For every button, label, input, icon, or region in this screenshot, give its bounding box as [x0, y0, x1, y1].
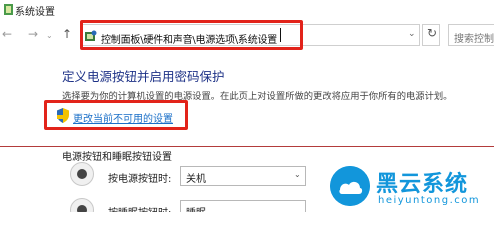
sleep-button-icon	[70, 198, 94, 212]
address-dropdown-chevron-icon[interactable]: ⌄	[408, 29, 416, 39]
back-button[interactable]: ←	[2, 28, 12, 40]
search-placeholder: 搜索控制面	[454, 34, 494, 45]
power-button-icon	[70, 162, 94, 186]
watermark-name: 黑云系统	[376, 172, 469, 197]
window-title: 系统设置	[15, 7, 55, 18]
watermark-url: heiyuntong.com	[378, 195, 481, 206]
change-unavailable-settings-link[interactable]: 更改当前不可用的设置	[73, 110, 173, 125]
section-title: 电源按钮和睡眠按钮设置	[62, 152, 172, 163]
uac-shield-icon	[57, 108, 69, 123]
section-divider	[0, 146, 494, 147]
refresh-icon: ↻	[427, 26, 438, 40]
power-options-icon	[4, 4, 13, 15]
address-highlight-box	[80, 20, 303, 50]
chevron-down-icon: ⌄	[294, 170, 301, 179]
sleep-button-label: 按睡眠按钮时:	[108, 204, 171, 212]
watermark-logo-icon	[330, 166, 370, 206]
sleep-button-action-value: 睡眠	[186, 204, 206, 212]
system-settings-window: 系统设置 ← → ⌄ ↑ 控制面板\硬件和声音\电源选项\系统设置 ⌄ ↻ 搜索…	[0, 0, 494, 212]
up-arrow-icon[interactable]: ↑	[62, 28, 72, 40]
title-bar: 系统设置	[0, 0, 494, 20]
page-title: 定义电源按钮并启用密码保护	[62, 69, 225, 84]
power-button-label: 按电源按钮时:	[108, 174, 172, 185]
recent-locations-chevron-icon[interactable]: ⌄	[46, 30, 53, 42]
power-button-action-value: 关机	[186, 174, 206, 185]
forward-button[interactable]: →	[28, 28, 38, 40]
